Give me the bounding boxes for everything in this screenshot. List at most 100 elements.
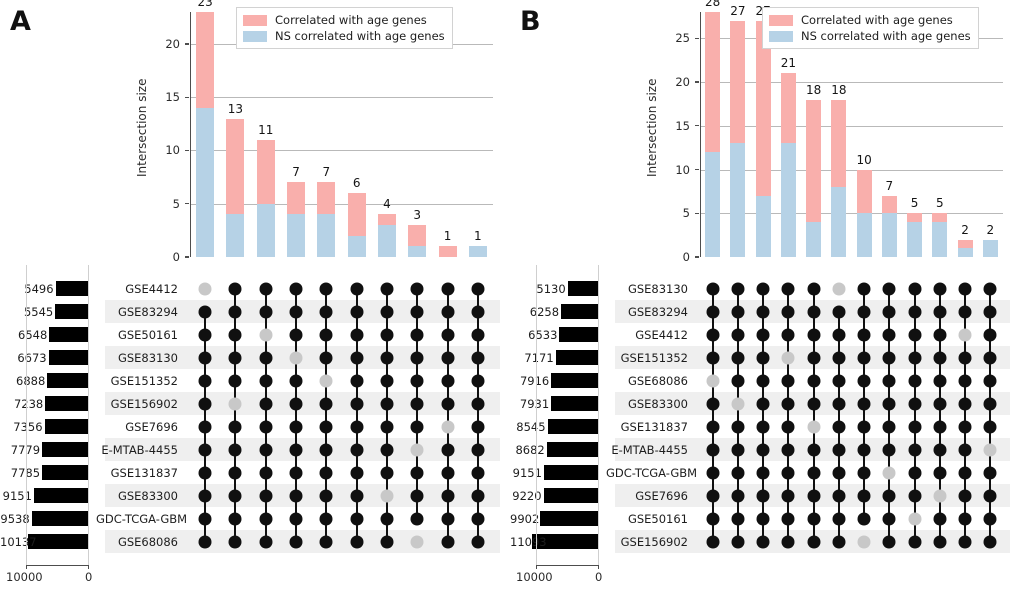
matrix-dot-filled	[832, 397, 846, 410]
matrix-dot-filled	[832, 535, 846, 548]
matrix-dot-filled	[350, 305, 364, 318]
matrix-dot-filled	[882, 535, 896, 548]
matrix-dot-filled	[228, 443, 242, 456]
panel-b: B05101520252827272118181075522Intersecti…	[510, 0, 1020, 590]
set-name-label: GDC-TCGA-GBM	[606, 465, 698, 480]
matrix-dot-filled	[319, 489, 333, 502]
matrix-connector	[325, 288, 328, 542]
matrix-dot-filled	[958, 512, 972, 525]
set-name-label: GSE151352	[620, 350, 688, 365]
matrix-dot-filled	[350, 351, 364, 364]
matrix-dot-filled	[289, 282, 303, 295]
matrix-dot-filled	[807, 328, 821, 341]
set-axis-tick-10000	[536, 565, 538, 569]
matrix-dot-filled	[882, 489, 896, 502]
matrix-dot-filled	[933, 305, 947, 318]
set-size-bar	[555, 350, 598, 365]
matrix-dot-filled	[471, 466, 485, 479]
matrix-dot-filled	[259, 374, 273, 387]
matrix-dot-filled	[731, 489, 745, 502]
set-axis-label-10000: 10000	[516, 570, 553, 584]
set-size-bar	[543, 488, 598, 503]
matrix-dot-filled	[882, 282, 896, 295]
matrix-dot-filled	[410, 397, 424, 410]
matrix-dot-filled	[380, 420, 394, 433]
set-size-bar	[551, 373, 598, 388]
matrix-dot-filled	[756, 535, 770, 548]
matrix-dot-filled	[882, 351, 896, 364]
matrix-dot-filled	[289, 466, 303, 479]
matrix-dot-filled	[319, 535, 333, 548]
matrix-dot-filled	[958, 305, 972, 318]
matrix-dot-filled	[756, 328, 770, 341]
matrix-dot-empty	[706, 374, 720, 387]
matrix-dot-filled	[882, 443, 896, 456]
set-size-bar	[539, 511, 598, 526]
set-name-label: GSE7696	[125, 419, 178, 434]
matrix-dot-filled	[410, 351, 424, 364]
matrix-dot-filled	[731, 374, 745, 387]
set-size-bar	[47, 373, 88, 388]
matrix-dot-filled	[781, 374, 795, 387]
matrix-dot-filled	[832, 420, 846, 433]
matrix-dot-empty	[410, 443, 424, 456]
matrix-dot-filled	[781, 535, 795, 548]
set-axis-label-0: 0	[595, 570, 603, 584]
matrix-dot-filled	[781, 397, 795, 410]
matrix-dot-filled	[380, 397, 394, 410]
matrix-dot-filled	[882, 512, 896, 525]
matrix-dot-filled	[832, 374, 846, 387]
matrix-connector	[964, 288, 967, 542]
matrix-dot-filled	[908, 420, 922, 433]
matrix-dot-filled	[410, 282, 424, 295]
matrix-dot-filled	[983, 489, 997, 502]
matrix-dot-filled	[441, 397, 455, 410]
matrix-dot-filled	[198, 512, 212, 525]
set-size-value: 7779	[0, 443, 40, 457]
matrix-dot-filled	[350, 466, 364, 479]
set-size-bar	[28, 534, 88, 549]
set-size-bar	[551, 396, 598, 411]
set-axis-label-10000: 10000	[6, 570, 43, 584]
matrix-dot-filled	[882, 305, 896, 318]
set-size-value: 7931	[519, 396, 550, 411]
matrix-dot-filled	[908, 466, 922, 479]
matrix-dot-filled	[857, 374, 871, 387]
matrix-dot-filled	[756, 443, 770, 456]
matrix-dot-filled	[198, 374, 212, 387]
matrix-dot-filled	[807, 512, 821, 525]
set-size-bar	[45, 396, 88, 411]
matrix-dot-filled	[471, 328, 485, 341]
matrix-dot-filled	[832, 512, 846, 525]
matrix-dot-filled	[289, 443, 303, 456]
set-name-label: GSE131837	[110, 465, 178, 480]
upset-matrix: 5496 GSE4412 5545 GSE83294 6548 GSE50161 6673 G…	[0, 0, 510, 590]
matrix-dot-filled	[471, 374, 485, 387]
matrix-dot-filled	[807, 443, 821, 456]
set-size-value: 9902	[510, 511, 540, 526]
matrix-dot-filled	[350, 328, 364, 341]
set-axis-vline-right	[88, 265, 89, 565]
matrix-dot-filled	[781, 282, 795, 295]
matrix-dot-filled	[933, 535, 947, 548]
matrix-dot-filled	[441, 351, 455, 364]
set-name-label: GSE68086	[117, 534, 178, 549]
matrix-dot-filled	[289, 535, 303, 548]
matrix-dot-filled	[933, 420, 947, 433]
matrix-dot-filled	[706, 397, 720, 410]
matrix-dot-filled	[471, 351, 485, 364]
matrix-dot-filled	[380, 282, 394, 295]
matrix-dot-filled	[706, 466, 720, 479]
matrix-dot-filled	[908, 397, 922, 410]
matrix-dot-filled	[882, 328, 896, 341]
matrix-dot-filled	[756, 305, 770, 318]
matrix-dot-filled	[807, 397, 821, 410]
matrix-dot-filled	[908, 489, 922, 502]
matrix-dot-filled	[882, 374, 896, 387]
matrix-dot-filled	[781, 489, 795, 502]
matrix-dot-filled	[350, 397, 364, 410]
set-size-value: 9151	[512, 465, 542, 480]
matrix-dot-filled	[983, 535, 997, 548]
matrix-dot-filled	[471, 305, 485, 318]
matrix-dot-filled	[958, 397, 972, 410]
